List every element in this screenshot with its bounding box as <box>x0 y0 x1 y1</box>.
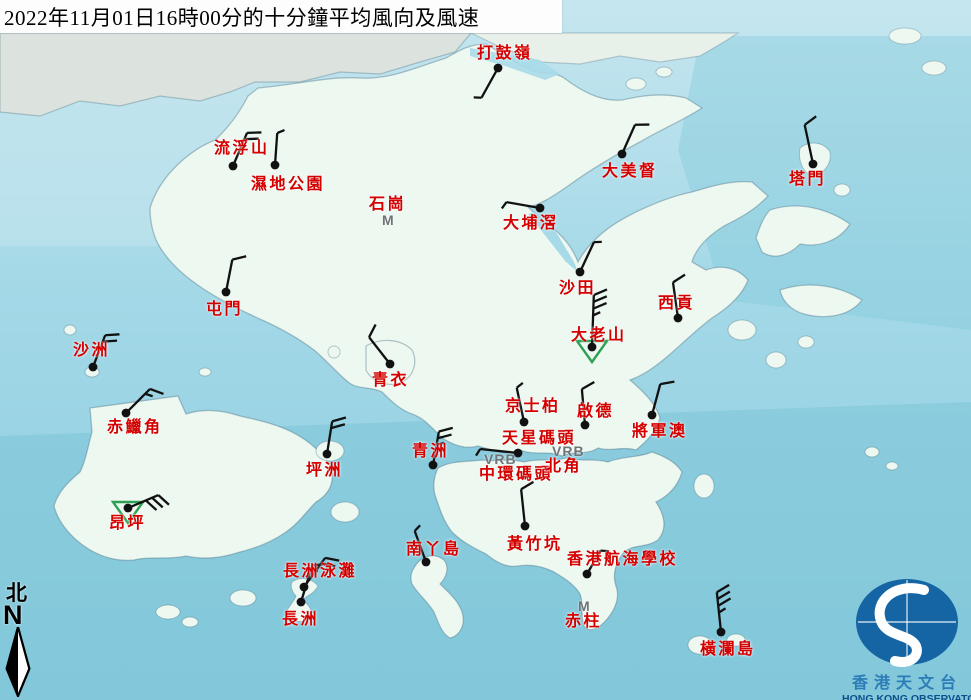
station-label: 青衣 <box>372 372 409 390</box>
station-label: 大埔滘 <box>503 215 559 233</box>
hko-logo: 香港天文台 HONG KONG OBSERVATORY <box>842 577 971 700</box>
station-label: 赤柱 <box>565 613 602 631</box>
station-status-marker: VRB <box>484 452 517 466</box>
hong-kong-map <box>0 0 971 700</box>
station-label: 啟德 <box>577 403 614 421</box>
island-tung-lung <box>694 474 714 498</box>
island-brothers <box>199 368 211 376</box>
station-label: 打鼓嶺 <box>477 45 533 63</box>
station-label: 沙田 <box>559 280 596 298</box>
station-label: 赤鱲角 <box>107 419 163 437</box>
island-peng-chau <box>316 441 344 461</box>
station-status-marker: M <box>578 599 591 613</box>
station-label: 長洲泳灘 <box>283 563 357 581</box>
island-ninepin-2 <box>886 462 898 470</box>
station-status-marker: M <box>382 213 395 227</box>
island-crooked <box>626 78 646 90</box>
island-hei-ling-chau <box>331 502 359 522</box>
island-ma-wan <box>328 346 340 358</box>
compass-north-en-label: N <box>3 604 46 627</box>
station-label: 香港航海學校 <box>567 551 678 569</box>
station-label: 將軍澳 <box>632 423 688 441</box>
island-kat-o <box>656 67 672 77</box>
station-label: 中環碼頭 <box>479 466 553 484</box>
station-label: 大美督 <box>602 163 658 181</box>
station-label: 青洲 <box>412 443 449 461</box>
island-shelter <box>798 336 814 348</box>
station-label: 流浮山 <box>214 140 270 158</box>
page-title: 2022年11月01日16時00分的十分鐘平均風向及風速 <box>0 2 479 32</box>
island-sha-chau <box>85 367 99 377</box>
island-grass <box>834 184 850 196</box>
north-compass: 北 N <box>2 583 46 700</box>
station-label: 西貢 <box>658 295 695 313</box>
island-soko-2 <box>182 617 198 627</box>
station-label: 大老山 <box>571 327 627 345</box>
station-label: 長洲 <box>282 611 319 629</box>
island-lung-kwu-chau <box>64 325 76 335</box>
island-ninepin-1 <box>865 447 879 457</box>
island-jin <box>766 352 786 368</box>
island-soko-1 <box>156 605 180 619</box>
island-kau-sai <box>728 320 756 340</box>
island-shek-kwu-chau <box>230 590 256 606</box>
island-northeast-2 <box>922 61 946 75</box>
station-label: 屯門 <box>206 301 243 319</box>
island-northeast-1 <box>889 28 921 44</box>
station-label: 黃竹坑 <box>507 536 563 554</box>
station-label: 石崗 <box>369 196 406 214</box>
station-label: 沙洲 <box>73 342 110 360</box>
hko-name-zh: 香港天文台 <box>842 674 971 693</box>
station-label: 坪洲 <box>306 462 343 480</box>
station-label: 橫瀾島 <box>700 641 756 659</box>
station-label: 塔門 <box>789 171 826 189</box>
station-label: 天星碼頭 <box>502 430 576 448</box>
station-label: 昂坪 <box>109 515 146 533</box>
north-arrow-icon <box>2 627 34 697</box>
title-bar: 2022年11月01日16時00分的十分鐘平均風向及風速 <box>0 0 562 33</box>
station-label: 北角 <box>545 458 582 476</box>
wind-map-page: 2022年11月01日16時00分的十分鐘平均風向及風速 打鼓嶺流浮山濕地公園石… <box>0 0 971 700</box>
station-label: 濕地公園 <box>251 176 325 194</box>
hko-logo-icon <box>844 577 970 669</box>
station-label: 京士柏 <box>505 398 561 416</box>
hko-name-en: HONG KONG OBSERVATORY <box>842 693 971 700</box>
station-label: 南丫島 <box>406 541 462 559</box>
